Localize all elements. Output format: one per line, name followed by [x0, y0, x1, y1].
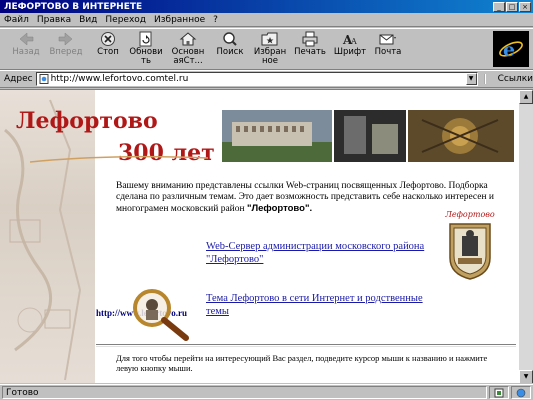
window-title: ЛЕФОРТОВО В ИНТЕРНЕТЕ: [4, 1, 143, 12]
favorites-folder-icon: [261, 32, 278, 46]
search-button[interactable]: Поиск: [210, 31, 250, 69]
menu-file[interactable]: Файл: [0, 15, 33, 25]
maximize-button[interactable]: □: [506, 1, 518, 12]
page-icon: [39, 74, 49, 84]
stop-label: Стоп: [97, 47, 119, 57]
home-icon: [179, 32, 197, 46]
favorites-button[interactable]: Избран ное: [250, 31, 290, 69]
mail-label: Почта: [374, 47, 402, 57]
page-status-icon: [494, 388, 504, 397]
address-url: http://www.lefortovo.comtel.ru: [50, 74, 189, 84]
print-label: Печать: [294, 47, 326, 57]
magnifier-icon: [133, 289, 189, 341]
refresh-label: Обнови ть: [129, 47, 163, 66]
menu-help[interactable]: ?: [209, 15, 222, 25]
refresh-icon: [139, 31, 152, 47]
forward-label: Вперед: [49, 47, 83, 57]
stop-icon: [101, 32, 115, 46]
page-content: Лефортово 300 лет Вашему вниманию предст…: [0, 89, 533, 383]
menu-favorites[interactable]: Избранное: [150, 15, 209, 25]
search-label: Поиск: [216, 47, 244, 57]
forward-arrow-icon: [58, 32, 73, 46]
logo-underline: [30, 155, 209, 163]
menu-view[interactable]: Вид: [75, 15, 101, 25]
status-connection-cell: [511, 386, 531, 399]
photo-strip: [222, 110, 514, 162]
printer-icon: [302, 31, 318, 47]
scroll-up-button[interactable]: ▲: [519, 90, 533, 104]
print-button[interactable]: Печать: [290, 31, 330, 69]
emblem-label: Лефортово: [445, 210, 495, 219]
browser-window: ЛЕФОРТОВО В ИНТЕРНЕТЕ _ □ × Файл Правка …: [0, 0, 533, 400]
search-icon: [223, 32, 237, 46]
close-button[interactable]: ×: [519, 1, 531, 12]
svg-text:e: e: [503, 39, 515, 61]
vertical-scrollbar[interactable]: ▲ ▼: [519, 90, 533, 383]
svg-text:A: A: [350, 37, 357, 46]
logo-title: Лефортово: [16, 108, 158, 134]
forward-button[interactable]: Вперед: [46, 31, 86, 69]
back-button[interactable]: Назад: [6, 31, 46, 69]
favorites-label: Избран ное: [253, 47, 287, 66]
status-zone-cell: [489, 386, 509, 399]
toolbar: Назад Вперед Стоп Обнови ть Основн аяСт.…: [0, 28, 533, 70]
menu-edit[interactable]: Правка: [33, 15, 75, 25]
link-lefortovo-administration[interactable]: Web-Сервер администрации московского рай…: [206, 240, 426, 266]
address-dropdown-button[interactable]: ▼: [465, 73, 477, 85]
connection-icon: [516, 388, 526, 397]
horizontal-divider: [96, 344, 516, 347]
link-lefortovo-internet-themes[interactable]: Тема Лефортово в сети Интернет и родстве…: [206, 292, 446, 318]
refresh-button[interactable]: Обнови ть: [126, 31, 166, 69]
links-label[interactable]: Ссылки: [483, 74, 533, 84]
status-text: Готово: [2, 386, 487, 399]
ie-e-icon: e: [499, 39, 523, 61]
menu-bar: Файл Правка Вид Переход Избранное ?: [0, 13, 533, 27]
home-label: Основн аяСт...: [171, 47, 205, 66]
home-button[interactable]: Основн аяСт...: [168, 31, 208, 69]
address-label: Адрес: [4, 74, 33, 84]
site-logo: Лефортово 300 лет: [10, 100, 215, 180]
intro-bold: "Лефортово".: [246, 203, 313, 214]
coat-of-arms-icon: [449, 223, 491, 280]
stop-button[interactable]: Стоп: [88, 31, 128, 69]
back-label: Назад: [12, 47, 40, 57]
back-arrow-icon: [19, 32, 34, 46]
menu-go[interactable]: Переход: [101, 15, 150, 25]
mail-button[interactable]: Почта: [368, 31, 408, 69]
lefortovo-emblem: Лефортово: [442, 210, 498, 282]
status-bar: Готово: [0, 384, 533, 400]
address-field[interactable]: http://www.lefortovo.comtel.ru ▼: [35, 72, 478, 86]
font-icon: AA: [342, 33, 357, 47]
font-label: Шрифт: [333, 47, 367, 57]
mail-icon: [379, 34, 396, 45]
font-button[interactable]: AA Шрифт: [330, 31, 370, 69]
minimize-button[interactable]: _: [493, 1, 505, 12]
title-bar: ЛЕФОРТОВО В ИНТЕРНЕТЕ _ □ ×: [0, 0, 533, 13]
ie-logo: e: [493, 31, 529, 67]
scroll-down-button[interactable]: ▼: [519, 370, 533, 383]
footer-instruction: Для того чтобы перейти на интересующий В…: [116, 353, 488, 373]
address-bar: Адрес http://www.lefortovo.comtel.ru ▼ С…: [0, 70, 533, 88]
